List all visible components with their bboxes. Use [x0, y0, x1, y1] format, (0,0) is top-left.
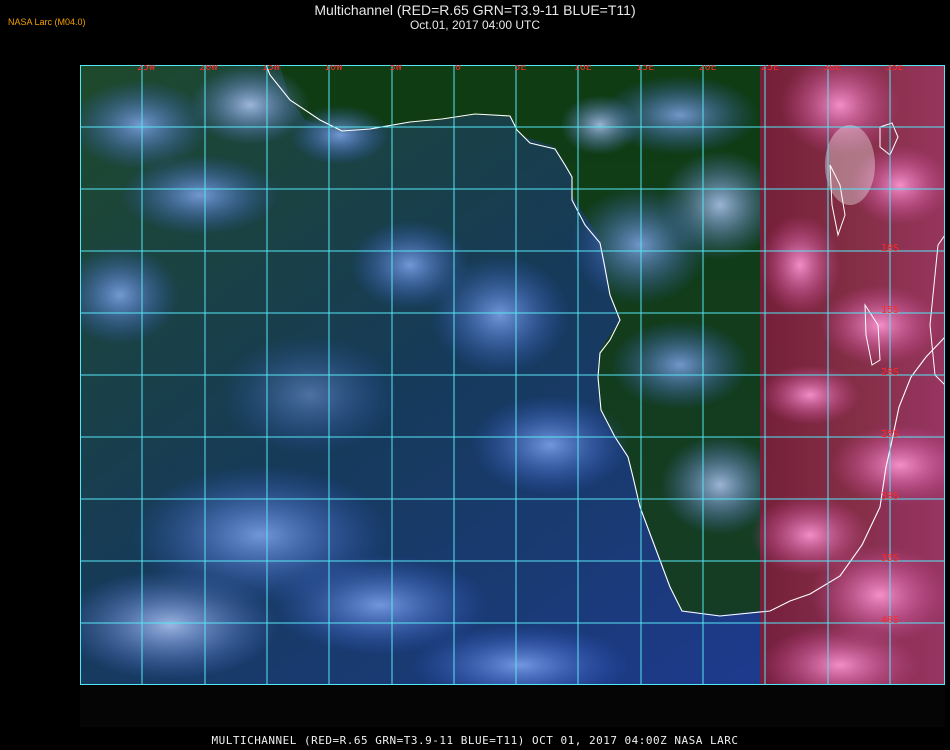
longitude-label: 20E: [699, 65, 717, 73]
latitude-label: 20S: [881, 367, 899, 378]
longitude-label: 25W: [137, 65, 156, 73]
longitude-label: 25E: [761, 65, 779, 73]
longitude-label: 0: [455, 65, 461, 73]
satellite-map: 25W 20W 15W 10W 5W 0 5E 10E 15E 20E 25E 30E 35E 10S 1…: [80, 65, 945, 685]
brand-label: NASA Larc (M04.0): [8, 17, 86, 27]
latitude-label: 10S: [881, 243, 899, 254]
longitude-label: 5W: [390, 65, 403, 73]
longitude-label: 35E: [886, 65, 904, 73]
longitude-label: 10W: [324, 65, 343, 73]
latitude-label: 15S: [881, 305, 899, 316]
latitude-label: 35S: [881, 553, 899, 564]
longitude-label: 10E: [574, 65, 592, 73]
latitude-label: 30S: [881, 491, 899, 502]
footer-caption: MULTICHANNEL (RED=R.65 GRN=T3.9-11 BLUE=…: [211, 734, 739, 747]
image-title: Multichannel (RED=R.65 GRN=T3.9-11 BLUE=…: [314, 2, 636, 18]
bottom-no-data-strip: [80, 685, 945, 727]
longitude-label: 20W: [199, 65, 218, 73]
latitude-label: 40S: [881, 615, 899, 626]
longitude-label: 5E: [514, 65, 526, 73]
image-timestamp: Oct.01, 2017 04:00 UTC: [409, 18, 541, 32]
latitude-label: 25S: [881, 429, 899, 440]
longitude-label: 15E: [636, 65, 654, 73]
longitude-label: 30E: [823, 65, 841, 73]
longitude-label: 15W: [262, 65, 281, 73]
